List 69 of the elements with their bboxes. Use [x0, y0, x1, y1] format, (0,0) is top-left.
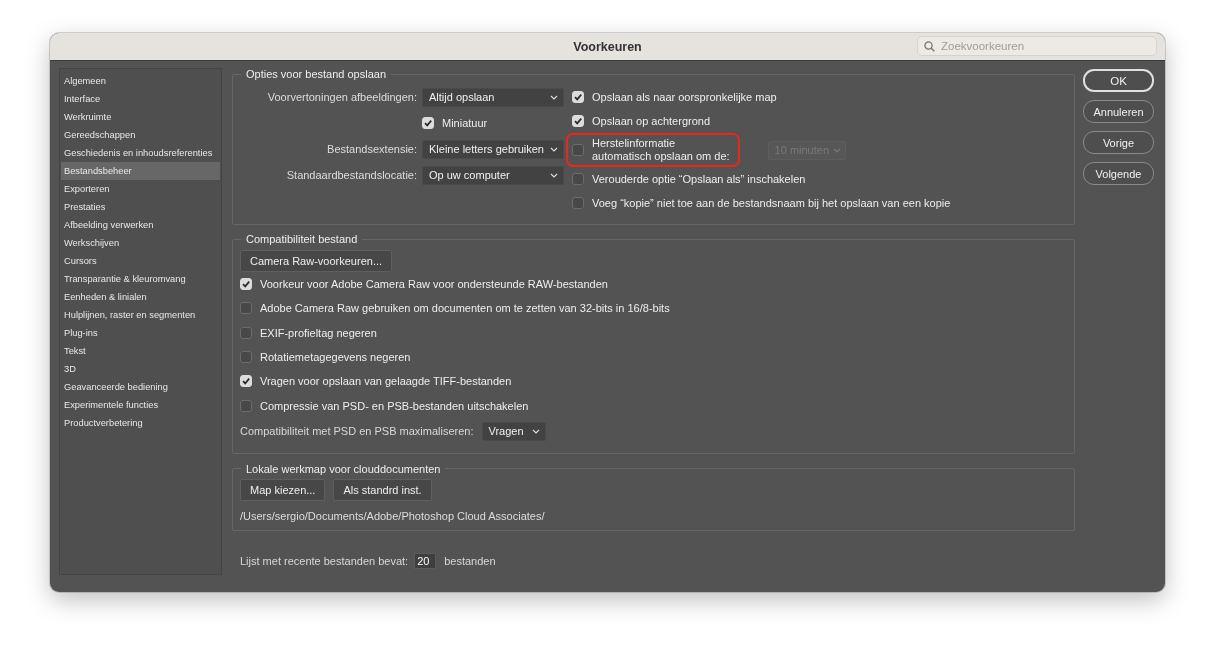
checkbox[interactable]: [240, 302, 252, 315]
dropdown[interactable]: Kleine letters gebruiken: [422, 139, 564, 159]
sidebar-item[interactable]: Exporteren: [61, 180, 220, 198]
sidebar-item[interactable]: Cursors: [61, 252, 220, 270]
unit-label: bestanden: [444, 554, 496, 567]
sidebar-item[interactable]: Algemeen: [61, 72, 220, 90]
sidebar-item[interactable]: Interface: [61, 90, 220, 108]
checkbox-label: Miniatuur: [442, 117, 488, 129]
dialog-button[interactable]: OK: [1083, 69, 1154, 92]
checkbox-label: EXIF-profieltag negeren: [260, 326, 377, 339]
caret-icon: [833, 147, 842, 153]
field-label: Lijst met recente bestanden bevat:: [240, 554, 409, 567]
section-title: Compatibiliteit bestand: [245, 233, 359, 245]
section-title: Opties voor bestand opslaan: [245, 68, 388, 80]
checkbox[interactable]: [240, 326, 252, 339]
caret-icon: [550, 146, 558, 152]
checkbox-label: Voorkeur voor Adobe Camera Raw voor ondersteunde RAW-bestanden: [260, 278, 608, 291]
sidebar-item[interactable]: Tekst: [61, 342, 220, 360]
sidebar-item[interactable]: Transparantie & kleuromvang: [61, 270, 220, 288]
checkbox-label: Verouderde optie “Opslaan als” inschakelen: [592, 172, 806, 186]
checkbox[interactable]: [240, 399, 252, 412]
checkbox-label: Adobe Camera Raw gebruiken om documenten om te zetten van 32-bits in 16/8-bits: [260, 302, 670, 315]
checkbox-label: Voeg “kopie” niet toe aan de bestandsnaam bij het opslaan van een kopie: [592, 196, 951, 210]
sidebar-item[interactable]: Gereedschappen: [61, 126, 220, 144]
folder-path: /Users/sergio/Documents/Adobe/Photoshop Cloud Associates/: [240, 509, 546, 522]
dropdown[interactable]: Vragen: [481, 421, 546, 441]
field-label: Standaardbestandslocatie:: [285, 169, 418, 181]
caret-icon: [550, 172, 558, 178]
sidebar-item[interactable]: Werkruimte: [61, 108, 220, 126]
checkbox-label: Rotatiemetagegevens negeren: [260, 351, 411, 364]
folder-button[interactable]: Als standrd inst.: [333, 478, 432, 501]
dialog-button[interactable]: Volgende: [1083, 162, 1154, 185]
field-label: Voorvertoningen afbeeldingen:: [266, 91, 418, 103]
field-label: Bestandsextensie:: [326, 143, 418, 155]
dropdown[interactable]: Op uw computer: [422, 165, 564, 185]
camera-raw-button[interactable]: Camera Raw-voorkeuren...: [240, 250, 393, 272]
folder-button[interactable]: Map kiezen...: [240, 478, 326, 501]
sidebar-item[interactable]: Plug-ins: [61, 324, 220, 342]
caret-icon: [531, 428, 540, 434]
sidebar-item[interactable]: Prestaties: [61, 198, 220, 216]
checkbox-label: Herstelinformatie automatisch opslaan om de:: [592, 137, 730, 163]
sidebar-item[interactable]: Experimentele functies: [61, 396, 220, 414]
recent-count-field[interactable]: 20: [414, 552, 437, 569]
search-field[interactable]: Zoekvoorkeuren: [917, 36, 1157, 56]
sidebar-item[interactable]: 3D: [61, 360, 220, 378]
sidebar-item[interactable]: Bestandsbeheer: [61, 162, 220, 180]
checkbox-label: Opslaan als naar oorspronkelijke map: [592, 90, 777, 104]
sidebar-item[interactable]: Werkschijven: [61, 234, 220, 252]
checkbox-label: Opslaan op achtergrond: [592, 114, 711, 128]
dropdown[interactable]: Altijd opslaan: [422, 87, 564, 107]
dialog-button[interactable]: Annuleren: [1083, 100, 1154, 123]
sidebar-item[interactable]: Geschiedenis en inhoudsreferenties: [61, 144, 220, 162]
caret-icon: [550, 94, 558, 100]
checkbox-label: Compressie van PSD- en PSB-bestanden uitschakelen: [260, 399, 529, 412]
sidebar-item[interactable]: Productverbetering: [61, 414, 220, 432]
field-label: Compatibiliteit met PSD en PSB maximaliseren:: [240, 425, 474, 438]
checkbox[interactable]: [572, 197, 584, 209]
dialog-button[interactable]: Vorige: [1083, 131, 1154, 154]
checkbox-label: Vragen voor opslaan van gelaagde TIFF-bestanden: [260, 375, 512, 388]
sidebar-item[interactable]: Eenheden & linialen: [61, 288, 220, 306]
window-title: Voorkeuren: [573, 39, 642, 54]
checkbox[interactable]: [572, 173, 584, 185]
checkbox[interactable]: [572, 144, 584, 156]
checkbox[interactable]: [240, 351, 252, 364]
section-title: Lokale werkmap voor clouddocumenten: [245, 462, 442, 475]
sidebar-item[interactable]: Afbeelding verwerken: [61, 216, 220, 234]
sidebar-item[interactable]: Hulplijnen, raster en segmenten: [61, 306, 220, 324]
search-icon: [924, 41, 935, 52]
sidebar-item[interactable]: Geavanceerde bediening: [61, 378, 220, 396]
